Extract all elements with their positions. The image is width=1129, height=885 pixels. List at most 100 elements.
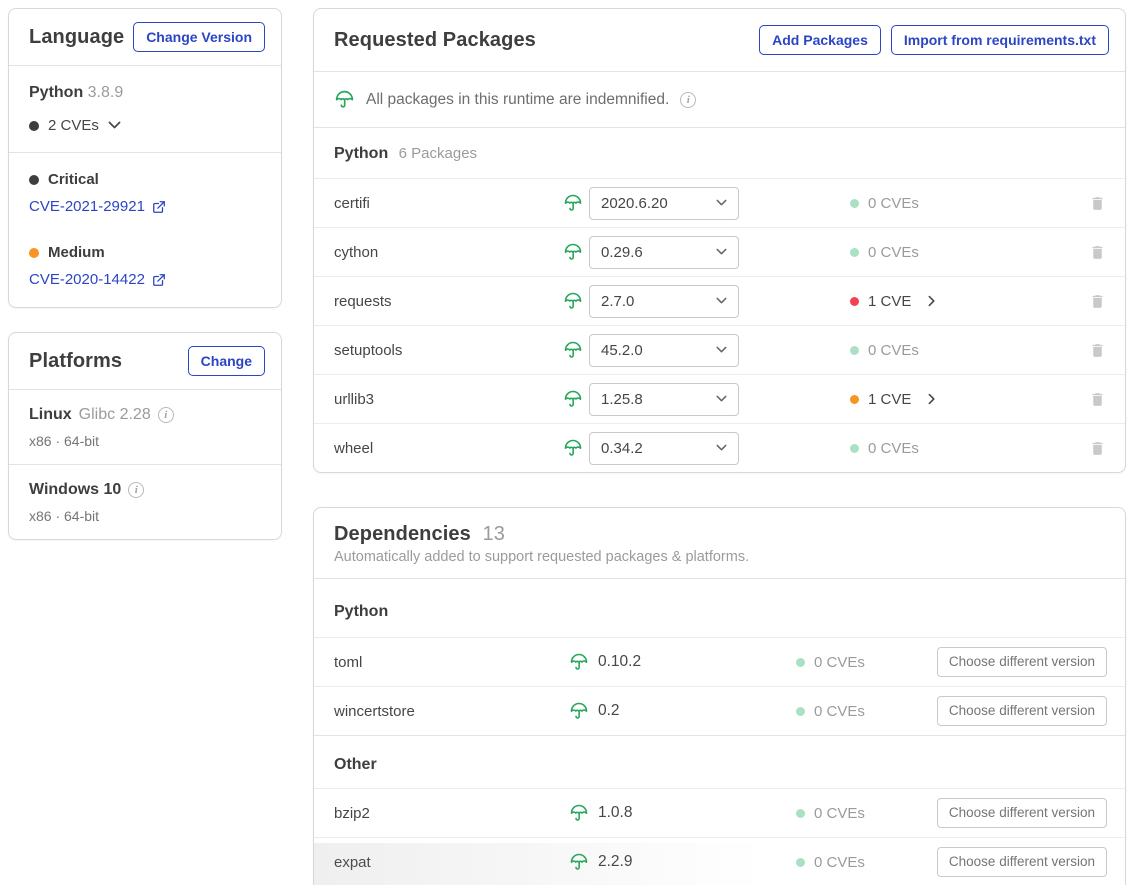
version-select[interactable]: 45.2.0 — [589, 334, 739, 367]
cve-link[interactable]: CVE-2021-29921 — [29, 198, 166, 215]
cve-status-expandable[interactable]: 1 CVE — [850, 391, 1069, 408]
delete-package-button[interactable] — [1086, 192, 1109, 215]
dependency-row: expat 2.2.9 0 CVEs Choose different vers… — [314, 837, 1125, 885]
delete-package-button[interactable] — [1086, 290, 1109, 313]
dependency-row: bzip2 1.0.8 0 CVEs Choose different vers… — [314, 788, 1125, 837]
medium-dot — [29, 248, 39, 258]
severity-label: Medium — [48, 244, 105, 261]
cve-status-expandable[interactable]: 1 CVE — [850, 293, 1069, 310]
package-row: requests 2.7.0 1 CVE — [314, 276, 1125, 325]
requested-packages-card: Requested Packages Add Packages Import f… — [313, 8, 1126, 473]
umbrella-icon — [563, 438, 583, 458]
chevron-down-icon — [716, 395, 727, 403]
cve-count-label: 0 CVEs — [868, 244, 919, 261]
external-link-icon — [152, 200, 166, 214]
dependency-name: wincertstore — [334, 703, 569, 720]
language-cve-toggle[interactable]: 2 CVEs — [29, 117, 261, 134]
dependencies-title: Dependencies — [334, 523, 471, 545]
info-icon[interactable]: i — [158, 407, 174, 423]
critical-dot — [29, 175, 39, 185]
change-platforms-button[interactable]: Change — [188, 346, 265, 376]
dependencies-subtitle: Automatically added to support requested… — [334, 549, 1105, 565]
cve-count-label: 0 CVEs — [814, 703, 865, 720]
umbrella-icon — [569, 852, 589, 872]
package-name: cython — [334, 244, 563, 261]
dependency-group-label: Python — [314, 578, 1125, 637]
cve-status: 0 CVEs — [850, 244, 1069, 261]
selected-version: 2.7.0 — [601, 293, 634, 310]
selected-version: 2020.6.20 — [601, 195, 668, 212]
choose-different-version-button[interactable]: Choose different version — [937, 647, 1107, 677]
platform-detail: Glibc 2.28 — [79, 406, 151, 424]
language-name-version: Python 3.8.9 — [29, 84, 261, 102]
cve-severity-row: Medium — [29, 244, 261, 261]
requested-packages-title: Requested Packages — [334, 29, 536, 52]
change-version-button[interactable]: Change Version — [133, 22, 265, 52]
cve-count-label: 0 CVEs — [814, 854, 865, 871]
cve-id: CVE-2020-14422 — [29, 271, 145, 288]
chevron-down-icon — [716, 346, 727, 354]
version-select[interactable]: 2020.6.20 — [589, 187, 739, 220]
chevron-right-icon — [928, 393, 936, 405]
package-row: urllib3 1.25.8 1 CVE — [314, 374, 1125, 423]
version-select[interactable]: 2.7.0 — [589, 285, 739, 318]
severity-label: Critical — [48, 171, 99, 188]
delete-package-button[interactable] — [1086, 339, 1109, 362]
cve-status: 0 CVEs — [796, 703, 931, 720]
cve-dot — [796, 707, 805, 716]
cve-link[interactable]: CVE-2020-14422 — [29, 271, 166, 288]
cve-count-label: 0 CVEs — [868, 342, 919, 359]
cve-dot — [850, 346, 859, 355]
language-card: Language Change Version Python 3.8.9 2 C… — [8, 8, 282, 308]
cve-status: 0 CVEs — [796, 805, 931, 822]
delete-package-button[interactable] — [1086, 437, 1109, 460]
trash-icon — [1089, 293, 1106, 310]
dependency-name: expat — [334, 854, 569, 871]
choose-different-version-button[interactable]: Choose different version — [937, 798, 1107, 828]
umbrella-icon — [563, 389, 583, 409]
info-icon[interactable]: i — [680, 92, 696, 108]
cve-dot — [850, 395, 859, 404]
version-select[interactable]: 1.25.8 — [589, 383, 739, 416]
choose-different-version-button[interactable]: Choose different version — [937, 696, 1107, 726]
trash-icon — [1089, 342, 1106, 359]
cve-status: 0 CVEs — [850, 195, 1069, 212]
runtime-configuration-page: Language Change Version Python 3.8.9 2 C… — [0, 0, 1129, 885]
info-icon[interactable]: i — [128, 482, 144, 498]
group-count: 6 Packages — [399, 145, 477, 162]
language-name: Python — [29, 84, 83, 101]
external-link-icon — [152, 273, 166, 287]
platforms-card-header: Platforms Change — [9, 333, 281, 389]
delete-package-button[interactable] — [1086, 241, 1109, 264]
dependencies-count: 13 — [482, 523, 504, 545]
choose-different-version-button[interactable]: Choose different version — [937, 847, 1107, 877]
dependency-version: 0.2 — [598, 702, 620, 720]
dependencies-header: Dependencies 13 Automatically added to s… — [314, 508, 1125, 578]
platforms-card: Platforms Change Linux Glibc 2.28 i x86 … — [8, 332, 282, 540]
package-row: wheel 0.34.2 0 CVEs — [314, 423, 1125, 472]
dependency-row: toml 0.10.2 0 CVEs Choose different vers… — [314, 637, 1125, 686]
language-cve-list-section: Critical CVE-2021-29921 Medium CVE-2020-… — [9, 152, 281, 307]
import-requirements-button[interactable]: Import from requirements.txt — [891, 25, 1109, 55]
umbrella-icon — [563, 340, 583, 360]
dependency-version: 2.2.9 — [598, 853, 632, 871]
delete-package-button[interactable] — [1086, 388, 1109, 411]
cve-dot — [850, 297, 859, 306]
add-packages-button[interactable]: Add Packages — [759, 25, 881, 55]
cve-dot — [850, 199, 859, 208]
indemnified-note-row: All packages in this runtime are indemni… — [314, 71, 1125, 127]
package-row: setuptools 45.2.0 0 CVEs — [314, 325, 1125, 374]
version-select[interactable]: 0.34.2 — [589, 432, 739, 465]
indemnified-note: All packages in this runtime are indemni… — [366, 91, 669, 109]
chevron-down-icon — [716, 248, 727, 256]
cve-count-label: 0 CVEs — [814, 654, 865, 671]
dependency-row: wincertstore 0.2 0 CVEs Choose different… — [314, 686, 1125, 735]
language-card-header: Language Change Version — [9, 9, 281, 65]
platform-name: Windows 10 — [29, 481, 121, 499]
version-select[interactable]: 0.29.6 — [589, 236, 739, 269]
cve-count-label: 1 CVE — [868, 391, 911, 408]
language-version: 3.8.9 — [88, 84, 124, 101]
dependency-group-label: Other — [314, 735, 1125, 788]
platform-name: Linux — [29, 406, 72, 424]
dependency-version: 1.0.8 — [598, 804, 632, 822]
